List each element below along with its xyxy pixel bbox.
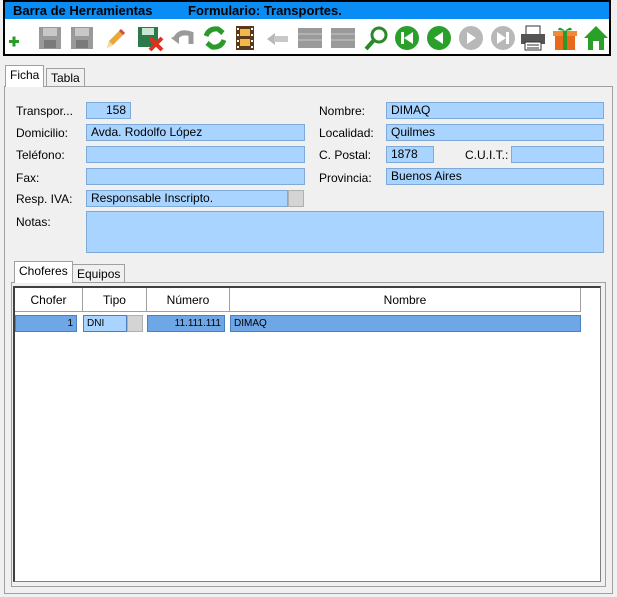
tab-equipos[interactable]: Equipos	[72, 264, 126, 284]
search-icon[interactable]	[362, 23, 392, 53]
iva-dropdown-button[interactable]	[288, 190, 304, 207]
cpostal-field[interactable]: 1878	[386, 146, 434, 163]
iva-label: Resp. IVA:	[16, 192, 73, 206]
undo-icon[interactable]	[168, 23, 198, 53]
localidad-field[interactable]: Quilmes	[386, 124, 604, 141]
fax-label: Fax:	[16, 171, 40, 185]
grid-icon[interactable]	[295, 23, 325, 53]
prev-icon[interactable]	[424, 23, 454, 53]
film-icon[interactable]	[230, 23, 260, 53]
add-icon[interactable]	[5, 23, 35, 53]
cuit-label: C.U.I.T.:	[465, 148, 509, 162]
notas-label: Notas:	[16, 215, 51, 229]
choferes-grid[interactable]: Chofer Tipo Número Nombre 1 DNI 11.111.1…	[13, 286, 601, 582]
column-header-chofer[interactable]: Chofer	[15, 288, 83, 312]
toolbar-title: Barra de Herramientas	[13, 3, 153, 18]
cell-chofer[interactable]: 1	[15, 315, 77, 332]
next-icon[interactable]	[456, 23, 486, 53]
back-arrow-icon[interactable]	[263, 23, 293, 53]
last-icon[interactable]	[488, 23, 518, 53]
save-as-icon[interactable]	[67, 23, 97, 53]
cuit-field[interactable]	[511, 146, 604, 163]
notas-field[interactable]	[86, 211, 604, 253]
tab-tabla[interactable]: Tabla	[46, 68, 85, 88]
print-icon[interactable]	[518, 23, 548, 53]
transporte-field[interactable]: 158	[86, 102, 131, 119]
refresh-icon[interactable]	[200, 23, 230, 53]
cell-numero[interactable]: 11.111.111	[147, 315, 225, 332]
localidad-label: Localidad:	[319, 126, 374, 140]
toolbar-window: Barra de Herramientas Formulario: Transp…	[3, 0, 611, 56]
domicilio-label: Domicilio:	[16, 126, 69, 140]
first-icon[interactable]	[392, 23, 422, 53]
provincia-label: Provincia:	[319, 171, 372, 185]
tipo-dropdown-button[interactable]	[127, 315, 143, 332]
toolbar-title-bar[interactable]: Barra de Herramientas Formulario: Transp…	[5, 2, 609, 19]
tab-ficha[interactable]: Ficha	[5, 65, 45, 87]
cell-tipo[interactable]: DNI	[83, 315, 127, 332]
cpostal-label: C. Postal:	[319, 148, 372, 162]
nombre-field[interactable]: DIMAQ	[386, 102, 604, 119]
column-header-tipo[interactable]: Tipo	[83, 288, 147, 312]
gift-icon[interactable]	[550, 23, 580, 53]
column-header-nombre[interactable]: Nombre	[230, 288, 581, 312]
nombre-label: Nombre:	[319, 104, 366, 118]
toolbar	[5, 21, 609, 54]
domicilio-field[interactable]: Avda. Rodolfo López	[86, 124, 305, 141]
edit-icon[interactable]	[100, 23, 130, 53]
grid2-icon[interactable]	[328, 23, 358, 53]
iva-select[interactable]: Responsable Inscripto.	[86, 190, 288, 207]
transporte-label: Transpor...	[16, 104, 73, 118]
tab-choferes[interactable]: Choferes	[14, 261, 73, 283]
telefono-label: Teléfono:	[16, 148, 65, 162]
save-icon[interactable]	[35, 23, 65, 53]
provincia-field[interactable]: Buenos Aires	[386, 168, 604, 185]
telefono-field[interactable]	[86, 146, 305, 163]
home-icon[interactable]	[581, 23, 611, 53]
column-header-numero[interactable]: Número	[147, 288, 230, 312]
delete-icon[interactable]	[135, 23, 165, 53]
fax-field[interactable]	[86, 168, 305, 185]
cell-nombre[interactable]: DIMAQ	[230, 315, 581, 332]
form-title: Formulario: Transportes.	[188, 3, 342, 18]
